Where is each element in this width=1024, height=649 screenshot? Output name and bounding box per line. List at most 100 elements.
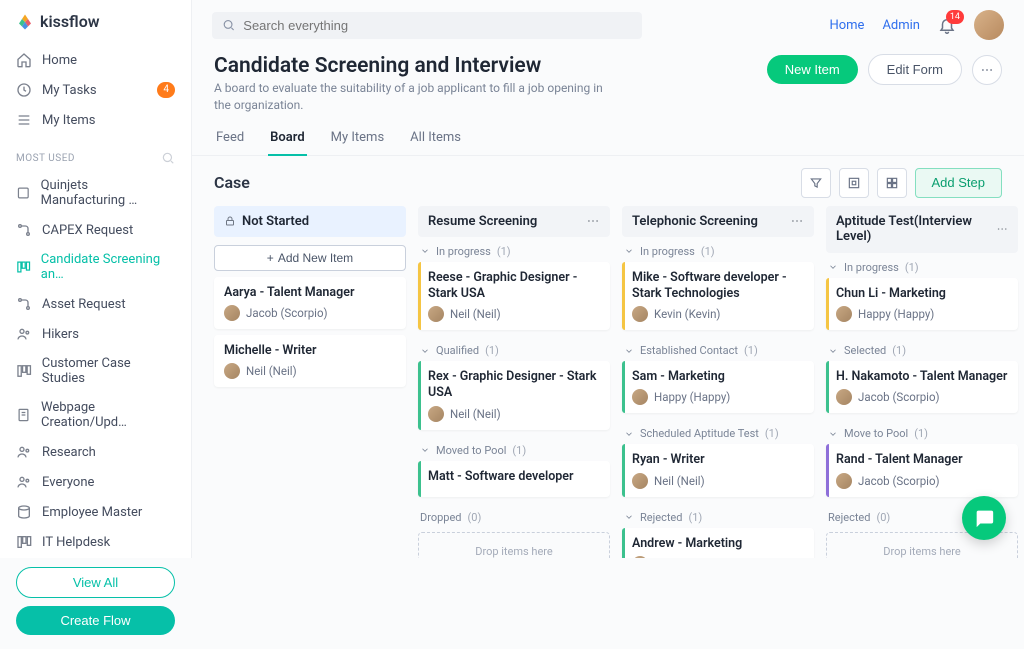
avatar [224, 363, 240, 379]
people-icon [16, 474, 32, 490]
card[interactable]: Andrew - Marketing Happy (Happy) [622, 528, 814, 558]
avatar [836, 306, 852, 322]
column-header[interactable]: Not Started [214, 206, 406, 237]
tab-all-items[interactable]: All Items [408, 122, 463, 155]
column-telephonic: Telephonic Screening In progress(1) Mike… [622, 206, 814, 558]
tab-my-items[interactable]: My Items [329, 122, 387, 155]
group-dropped[interactable]: Dropped(0) [418, 503, 610, 528]
avatar [428, 406, 444, 422]
card[interactable]: H. Nakamoto - Talent Manager Jacob (Scor… [826, 361, 1018, 413]
top-admin-link[interactable]: Admin [882, 18, 920, 33]
filter-button[interactable] [801, 168, 831, 198]
chevron-down-icon [420, 445, 430, 455]
nav-my-items[interactable]: My Items [0, 105, 191, 135]
group-selected[interactable]: Selected(1) [826, 336, 1018, 361]
create-flow-button[interactable]: Create Flow [16, 606, 175, 635]
new-item-button[interactable]: New Item [767, 55, 858, 84]
most-used-label: MOST USED [0, 137, 191, 169]
group-in-progress[interactable]: In progress(1) [826, 253, 1018, 278]
top-home-link[interactable]: Home [829, 18, 864, 33]
board-bar: Case Add Step [192, 156, 1024, 206]
group-rejected[interactable]: Rejected(1) [622, 503, 814, 528]
sidebar-item-employee[interactable]: Employee Master [0, 497, 191, 527]
chevron-down-icon [828, 346, 838, 356]
dots-icon[interactable] [996, 222, 1008, 236]
dots-icon[interactable] [790, 214, 804, 228]
group-qualified[interactable]: Qualified(1) [418, 336, 610, 361]
add-step-button[interactable]: Add Step [915, 168, 1003, 198]
notif-badge: 14 [946, 10, 964, 24]
primary-nav: Home My Tasks 4 My Items [0, 43, 191, 137]
column-resume: Resume Screening In progress(1) Reese - … [418, 206, 610, 558]
dropzone[interactable]: Drop items here [418, 532, 610, 558]
sidebar-item-research[interactable]: Research [0, 437, 191, 467]
nav-home[interactable]: Home [0, 45, 191, 75]
sidebar-item-capex[interactable]: CAPEX Request [0, 215, 191, 245]
chevron-down-icon [420, 246, 430, 256]
page-title: Candidate Screening and Interview [214, 54, 614, 78]
search-input[interactable] [243, 18, 632, 33]
edit-form-button[interactable]: Edit Form [868, 54, 962, 85]
card[interactable]: Sam - Marketing Happy (Happy) [622, 361, 814, 413]
tab-board[interactable]: Board [268, 122, 306, 155]
chevron-down-icon [624, 512, 634, 522]
sidebar-item-helpdesk[interactable]: IT Helpdesk [0, 527, 191, 557]
db-icon [16, 504, 32, 520]
column-header[interactable]: Telephonic Screening [622, 206, 814, 237]
main: Home Admin 14 Candidate Screening and In… [192, 0, 1024, 558]
logo[interactable]: kissflow [0, 0, 191, 43]
chevron-down-icon [420, 346, 430, 356]
chevron-down-icon [624, 346, 634, 356]
search-icon [222, 18, 235, 32]
flow-icon [16, 222, 32, 238]
card[interactable]: Matt - Software developer [418, 461, 610, 497]
user-avatar[interactable] [974, 10, 1004, 40]
filter-icon [809, 176, 823, 190]
group-moved[interactable]: Moved to Pool(1) [418, 436, 610, 461]
view-all-button[interactable]: View All [16, 567, 175, 598]
card[interactable]: Chun Li - Marketing Happy (Happy) [826, 278, 1018, 330]
card[interactable]: Rand - Talent Manager Jacob (Scorpio) [826, 444, 1018, 496]
add-new-item-button[interactable]: +Add New Item [214, 245, 406, 271]
sidebar-item-quinjets[interactable]: Quinjets Manufacturing … [0, 171, 191, 215]
grid-button[interactable] [877, 168, 907, 198]
sidebar: kissflow Home My Tasks 4 My Items MOST U… [0, 0, 192, 558]
notifications[interactable]: 14 [938, 16, 956, 34]
sidebar-item-hikers[interactable]: Hikers [0, 319, 191, 349]
card[interactable]: Michelle - Writer Neil (Neil) [214, 335, 406, 387]
sidebar-item-webpage[interactable]: Webpage Creation/Upd… [0, 393, 191, 437]
expand-icon [847, 176, 861, 190]
group-in-progress[interactable]: In progress(1) [418, 237, 610, 262]
board-columns: Not Started +Add New Item Aarya - Talent… [192, 206, 1024, 558]
board-icon [16, 534, 32, 550]
card[interactable]: Aarya - Talent Manager Jacob (Scorpio) [214, 277, 406, 329]
chat-button[interactable] [962, 496, 1006, 540]
avatar [224, 305, 240, 321]
sidebar-item-asset[interactable]: Asset Request [0, 289, 191, 319]
tab-feed[interactable]: Feed [214, 122, 246, 155]
group-established[interactable]: Established Contact(1) [622, 336, 814, 361]
chevron-down-icon [828, 262, 838, 272]
tabs: Feed Board My Items All Items [192, 122, 1024, 156]
doc-icon [16, 407, 31, 423]
sidebar-item-candidate[interactable]: Candidate Screening an… [0, 245, 191, 289]
card[interactable]: Mike - Software developer - Stark Techno… [622, 262, 814, 331]
group-scheduled[interactable]: Scheduled Aptitude Test(1) [622, 419, 814, 444]
dots-icon [980, 63, 994, 77]
sidebar-item-everyone[interactable]: Everyone [0, 467, 191, 497]
expand-button[interactable] [839, 168, 869, 198]
column-header[interactable]: Aptitude Test(Interview Level) [826, 206, 1018, 253]
search-icon[interactable] [161, 151, 175, 165]
people-icon [16, 444, 32, 460]
group-in-progress[interactable]: In progress(1) [622, 237, 814, 262]
card[interactable]: Rex - Graphic Designer - Stark USA Neil … [418, 361, 610, 430]
more-button[interactable] [972, 55, 1002, 85]
card[interactable]: Reese - Graphic Designer - Stark USA Nei… [418, 262, 610, 331]
dots-icon[interactable] [586, 214, 600, 228]
column-header[interactable]: Resume Screening [418, 206, 610, 237]
search-box[interactable] [212, 12, 642, 39]
group-move[interactable]: Move to Pool(1) [826, 419, 1018, 444]
card[interactable]: Ryan - Writer Neil (Neil) [622, 444, 814, 496]
sidebar-item-case-studies[interactable]: Customer Case Studies [0, 349, 191, 393]
nav-my-tasks[interactable]: My Tasks 4 [0, 75, 191, 105]
